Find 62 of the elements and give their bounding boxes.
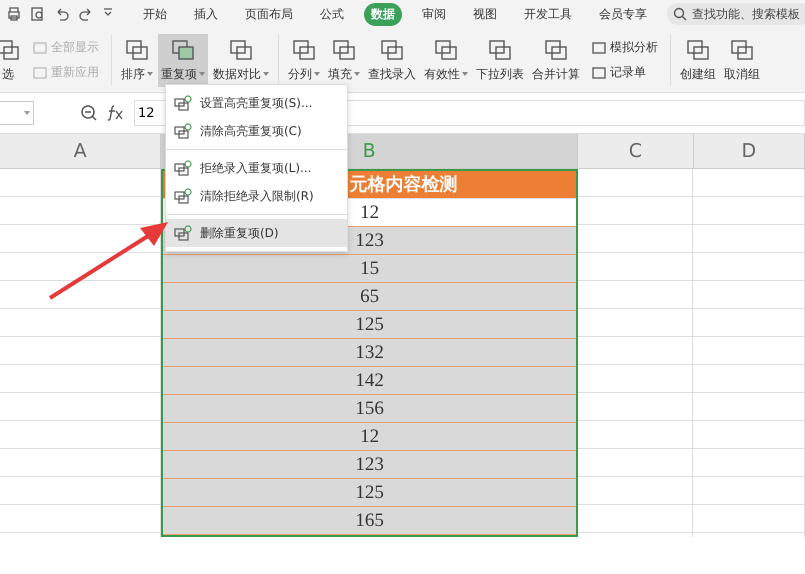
ribbon-tab[interactable]: 开始 <box>136 2 174 26</box>
tool-icon <box>32 40 48 56</box>
tool-icon <box>124 38 150 62</box>
ribbon-button[interactable]: 合并计算 <box>529 34 583 86</box>
tool-icon <box>170 38 196 62</box>
caret-icon <box>24 111 30 115</box>
tool-icon <box>379 38 405 62</box>
ribbon-button[interactable]: 分列 <box>285 34 323 86</box>
tool-icon <box>331 38 357 62</box>
table-cell: 132 <box>163 339 576 367</box>
duplicate-icon <box>174 123 192 139</box>
table-cell: 125 <box>163 311 576 339</box>
tool-icon <box>591 40 607 56</box>
zoom-out-icon[interactable] <box>80 104 98 122</box>
search-field[interactable]: 查找功能、搜索模板 <box>667 3 805 25</box>
ribbon-button[interactable]: 取消组 <box>721 34 763 86</box>
ribbon-button[interactable]: 选 <box>0 34 24 86</box>
table-cell: 123 <box>163 451 576 479</box>
ribbon-button[interactable]: 记录单 <box>585 63 664 82</box>
ribbon-button[interactable]: 下拉列表 <box>473 34 527 86</box>
duplicate-icon <box>174 225 192 241</box>
tool-icon <box>228 38 254 62</box>
ribbon-tab[interactable]: 开发工具 <box>517 2 579 26</box>
ribbon-button[interactable]: 填充 <box>325 34 363 86</box>
ribbon-tab[interactable]: 审阅 <box>415 2 453 26</box>
tool-icon <box>0 38 21 62</box>
ribbon-tab[interactable]: 公式 <box>313 2 351 26</box>
ribbon-button[interactable]: 查找录入 <box>365 34 419 86</box>
table-cell: 125 <box>163 479 576 507</box>
menu-item[interactable]: 删除重复项(D) <box>166 219 347 247</box>
ribbon-button[interactable]: 数据对比 <box>210 34 272 86</box>
tool-icon <box>487 38 513 62</box>
table-cell: 165 <box>163 507 576 535</box>
ribbon-button[interactable]: 重复项 <box>158 34 208 86</box>
table-cell: 65 <box>163 283 576 311</box>
ribbon-tab[interactable]: 页面布局 <box>238 2 300 26</box>
tool-icon <box>543 38 569 62</box>
ribbon-tab[interactable]: 视图 <box>466 2 504 26</box>
chevron-down-icon[interactable] <box>102 6 114 18</box>
tool-icon <box>32 64 48 80</box>
print-icon[interactable] <box>6 6 22 22</box>
duplicate-icon <box>174 188 192 204</box>
table-cell: 12 <box>163 423 576 451</box>
tool-icon <box>433 38 459 62</box>
tool-icon <box>685 38 711 62</box>
duplicate-icon <box>174 160 192 176</box>
ribbon-button[interactable]: 排序 <box>118 34 156 86</box>
tool-icon <box>591 64 607 80</box>
ribbon-tab[interactable]: 会员专享 <box>592 2 654 26</box>
table-cell: 156 <box>163 395 576 423</box>
ribbon-button[interactable]: 有效性 <box>421 34 471 86</box>
column-header[interactable]: C <box>578 134 694 168</box>
search-icon <box>673 7 687 21</box>
tool-icon <box>291 38 317 62</box>
duplicate-icon <box>174 95 192 111</box>
ribbon-tab[interactable]: 插入 <box>187 2 225 26</box>
ribbon-button[interactable]: 模拟分析 <box>585 38 664 57</box>
column-header[interactable]: D <box>694 134 805 168</box>
ribbon-button[interactable]: 创建组 <box>677 34 719 86</box>
table-cell: 15 <box>163 255 576 283</box>
table-cell: 142 <box>163 367 576 395</box>
tool-icon <box>729 38 755 62</box>
